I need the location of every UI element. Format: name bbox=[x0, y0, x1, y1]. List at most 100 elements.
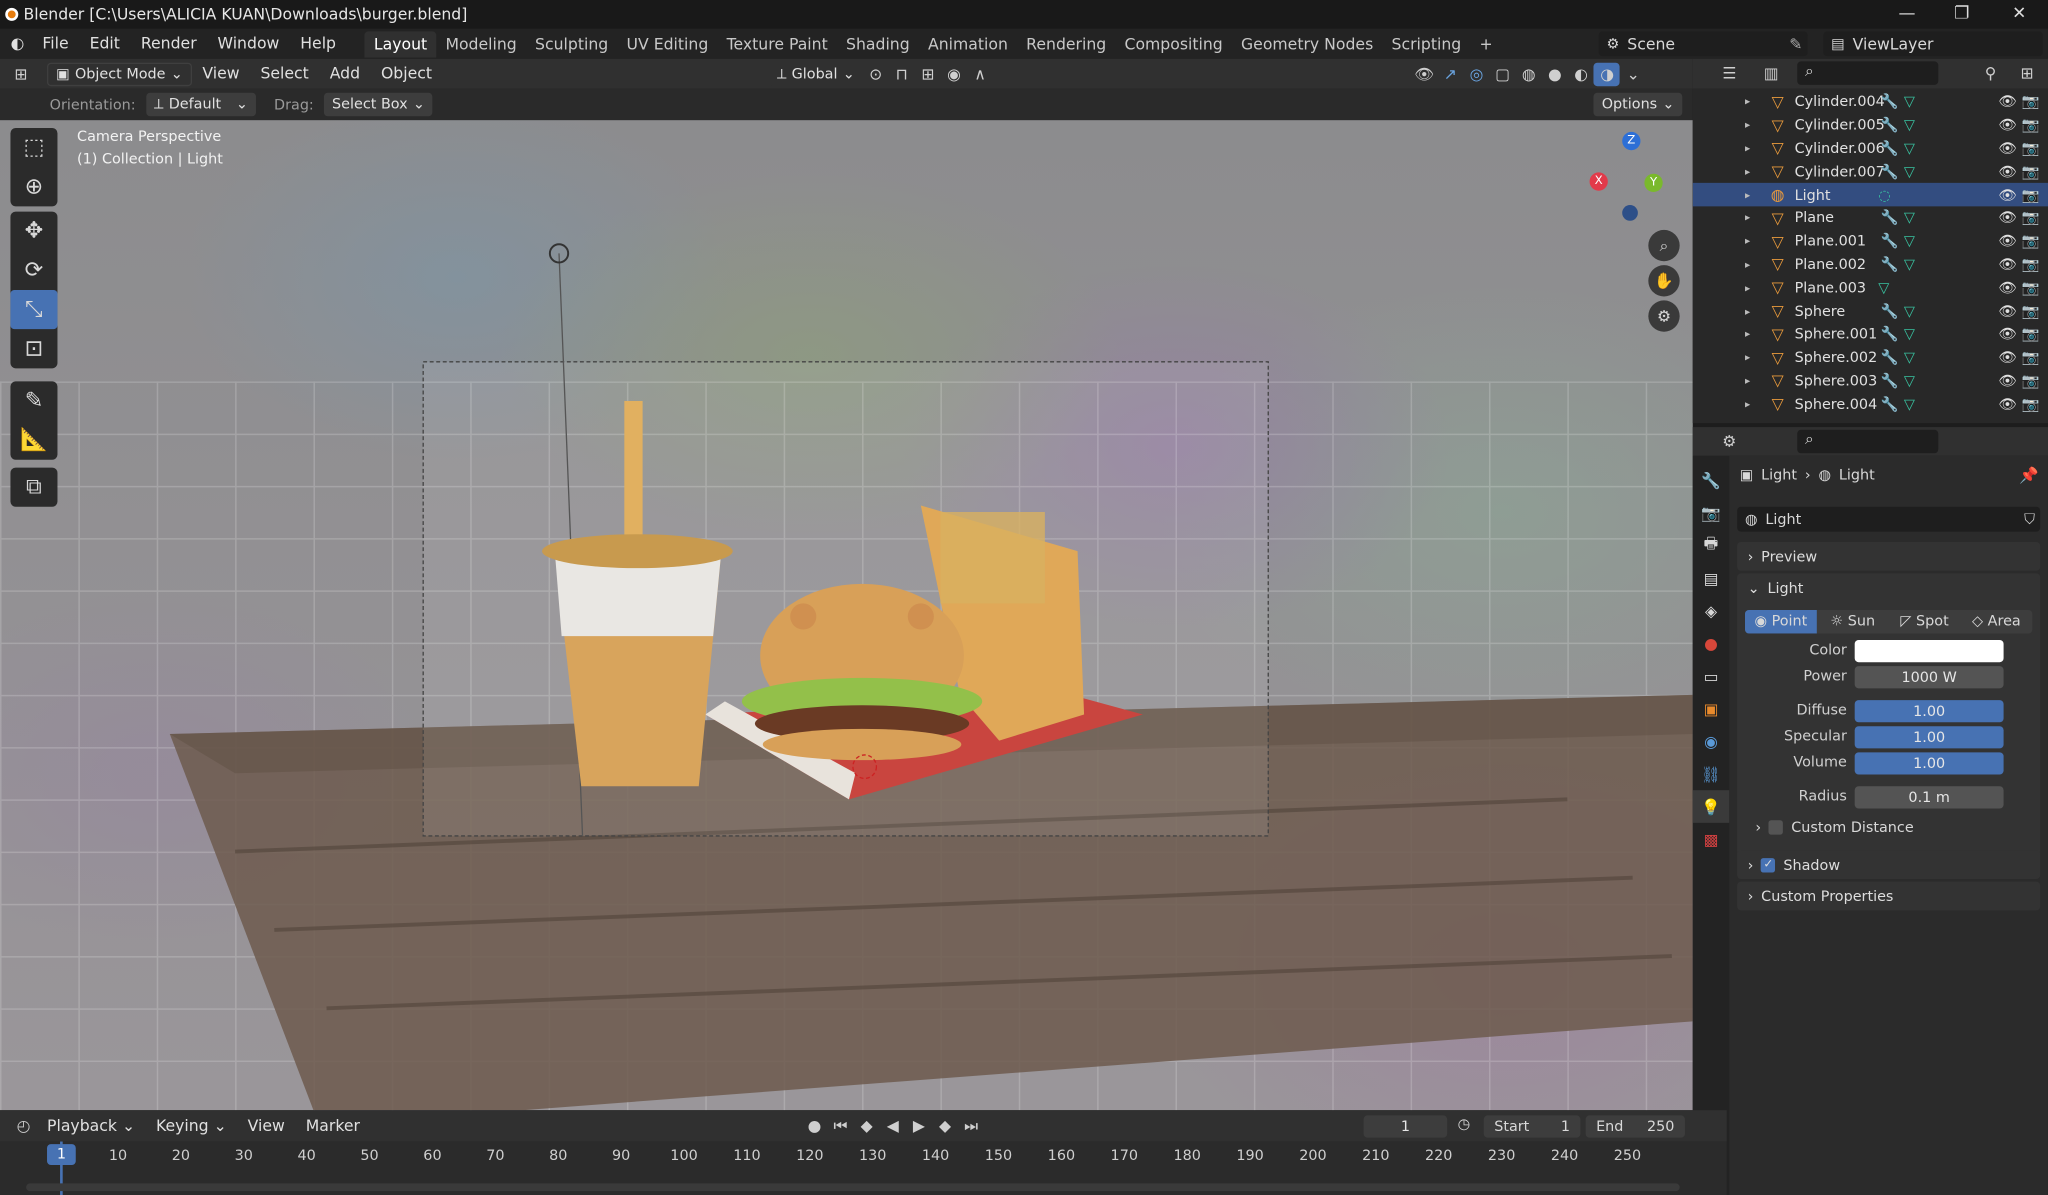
expand-icon[interactable]: ▸ bbox=[1745, 305, 1758, 317]
modifier-icon[interactable]: 🔧 bbox=[1881, 349, 1899, 366]
falloff-icon[interactable]: ∧ bbox=[967, 62, 993, 86]
tab-compositing[interactable]: Compositing bbox=[1115, 31, 1232, 57]
custom-distance-checkbox[interactable] bbox=[1769, 819, 1784, 834]
tab-sculpting[interactable]: Sculpting bbox=[526, 31, 617, 57]
tab-texture-paint[interactable]: Texture Paint bbox=[717, 31, 836, 57]
object-tab-icon[interactable]: ▣ bbox=[1693, 692, 1730, 725]
tool-tab-icon[interactable]: 🔧 bbox=[1693, 464, 1730, 497]
orientation-dropdown[interactable]: ⟂ Default ⌄ bbox=[146, 92, 256, 117]
scale-tool-icon[interactable]: ⤡ bbox=[10, 289, 58, 330]
visibility-eye-icon[interactable]: 👁 bbox=[1998, 233, 2016, 250]
visibility-eye-icon[interactable]: 👁 bbox=[1998, 209, 2016, 226]
power-field[interactable]: 1000 W bbox=[1854, 666, 2004, 689]
visibility-icon[interactable]: 👁 bbox=[1411, 62, 1437, 86]
visibility-eye-icon[interactable]: 👁 bbox=[1998, 140, 2016, 157]
timeline-scrollbar[interactable] bbox=[26, 1183, 1680, 1192]
modifier-icon[interactable]: 🔧 bbox=[1881, 256, 1899, 273]
mode-dropdown[interactable]: ▣ Object Mode ⌄ bbox=[47, 62, 192, 86]
next-keyframe-icon[interactable]: ◆ bbox=[932, 1114, 958, 1138]
modifier-icon[interactable]: 🔧 bbox=[1881, 93, 1899, 110]
tab-rendering[interactable]: Rendering bbox=[1017, 31, 1115, 57]
render-camera-icon[interactable]: 📷 bbox=[2022, 93, 2040, 110]
expand-icon[interactable]: ▸ bbox=[1745, 375, 1758, 387]
texture-tab-icon[interactable]: ▩ bbox=[1693, 823, 1730, 856]
add-workspace-icon[interactable]: + bbox=[1470, 31, 1501, 57]
move-tool-icon[interactable]: ✥ bbox=[10, 212, 57, 251]
mesh-data-icon[interactable]: ▽ bbox=[1878, 279, 1889, 296]
render-camera-icon[interactable]: 📷 bbox=[2022, 140, 2040, 157]
scene-selector[interactable]: ⚙ Scene ✎ bbox=[1598, 31, 1808, 57]
add-cube-tool-icon[interactable]: ⧉ bbox=[10, 468, 57, 507]
visibility-eye-icon[interactable]: 👁 bbox=[1998, 326, 2016, 343]
camera-view-icon[interactable]: ⚙ bbox=[1648, 300, 1680, 332]
type-area-button[interactable]: ◇ Area bbox=[1960, 610, 2032, 634]
visibility-eye-icon[interactable]: 👁 bbox=[1998, 186, 2016, 203]
axis-x-icon[interactable]: X bbox=[1589, 172, 1608, 191]
constraints-tab-icon[interactable]: ⛓ bbox=[1693, 758, 1730, 791]
minimize-icon[interactable]: — bbox=[1894, 3, 1920, 27]
cursor-tool-icon[interactable]: ⊕ bbox=[10, 167, 57, 206]
light-data-icon[interactable]: ◌ bbox=[1878, 186, 1891, 203]
tab-shading[interactable]: Shading bbox=[837, 31, 919, 57]
editor-type-icon[interactable]: ⊞ bbox=[8, 62, 34, 86]
outliner-row[interactable]: ▸ ▽ Plane.003 ▽ 👁 📷 bbox=[1693, 276, 2048, 299]
expand-icon[interactable]: ▸ bbox=[1745, 189, 1758, 201]
outliner-editor-icon[interactable]: ☰ bbox=[1716, 61, 1742, 85]
modifier-icon[interactable]: 🔧 bbox=[1881, 395, 1899, 412]
rendered-shading-icon[interactable]: ◑ bbox=[1594, 62, 1621, 86]
visibility-eye-icon[interactable]: 👁 bbox=[1998, 256, 2016, 273]
3d-viewport[interactable]: Camera Perspective (1) Collection | Ligh… bbox=[0, 120, 1693, 1111]
specular-slider[interactable]: 1.00 bbox=[1854, 726, 2004, 749]
pin-icon[interactable]: 📌 bbox=[2019, 466, 2039, 484]
render-camera-icon[interactable]: 📷 bbox=[2022, 116, 2040, 133]
record-icon[interactable]: ● bbox=[801, 1114, 827, 1138]
outliner-row[interactable]: ▸ ▽ Plane.001 🔧 ▽ 👁 📷 bbox=[1693, 230, 2048, 253]
shadow-checkbox[interactable]: ✓ bbox=[1761, 857, 1776, 872]
outliner-row[interactable]: ▸ ▽ Plane.002 🔧 ▽ 👁 📷 bbox=[1693, 253, 2048, 276]
outliner-row[interactable]: ▸ ◍ Light ◌ 👁 📷 bbox=[1692, 183, 2048, 207]
outliner-row[interactable]: ▸ ▽ Cylinder.007 🔧 ▽ 👁 📷 bbox=[1693, 160, 2048, 183]
output-tab-icon[interactable]: 🖶 bbox=[1693, 529, 1730, 562]
tab-scripting[interactable]: Scripting bbox=[1382, 31, 1470, 57]
gizmo-icon[interactable]: ↗ bbox=[1437, 62, 1463, 86]
color-swatch[interactable] bbox=[1854, 639, 2004, 663]
type-point-button[interactable]: ◉ Point bbox=[1744, 609, 1817, 634]
outliner-search-input[interactable]: ⌕ bbox=[1797, 61, 1939, 85]
jump-end-icon[interactable]: ⏭ bbox=[958, 1114, 984, 1138]
expand-icon[interactable]: ▸ bbox=[1745, 352, 1758, 364]
modifier-icon[interactable]: 🔧 bbox=[1881, 163, 1899, 180]
marker-menu[interactable]: Marker bbox=[295, 1111, 370, 1141]
modifier-icon[interactable]: 🔧 bbox=[1881, 326, 1899, 343]
visibility-eye-icon[interactable]: 👁 bbox=[1998, 372, 2016, 389]
playback-menu[interactable]: Playback ⌄ bbox=[37, 1111, 146, 1141]
visibility-eye-icon[interactable]: 👁 bbox=[1998, 116, 2016, 133]
add-menu[interactable]: Add bbox=[319, 59, 370, 89]
menu-window[interactable]: Window bbox=[207, 29, 290, 59]
play-icon[interactable]: ▶ bbox=[906, 1114, 932, 1138]
visibility-eye-icon[interactable]: 👁 bbox=[1998, 163, 2016, 180]
blender-menu-icon[interactable]: ◐ bbox=[0, 29, 32, 59]
visibility-eye-icon[interactable]: 👁 bbox=[1998, 302, 2016, 319]
play-reverse-icon[interactable]: ◀ bbox=[880, 1114, 906, 1138]
pivot-icon[interactable]: ⊙ bbox=[863, 62, 889, 86]
preview-panel[interactable]: › Preview bbox=[1737, 542, 2041, 571]
new-collection-icon[interactable]: ⊞ bbox=[2014, 61, 2040, 85]
mesh-data-icon[interactable]: ▽ bbox=[1904, 140, 1915, 157]
mesh-data-icon[interactable]: ▽ bbox=[1904, 93, 1915, 110]
outliner-row[interactable]: ▸ ▽ Cylinder.006 🔧 ▽ 👁 📷 bbox=[1693, 137, 2048, 160]
render-camera-icon[interactable]: 📷 bbox=[2022, 209, 2040, 226]
transform-tool-icon[interactable]: ⊡ bbox=[10, 329, 57, 368]
render-camera-icon[interactable]: 📷 bbox=[2022, 163, 2040, 180]
select-box-tool-icon[interactable]: ⬚ bbox=[10, 128, 57, 167]
keying-menu[interactable]: Keying ⌄ bbox=[146, 1111, 238, 1141]
modifier-icon[interactable]: 🔧 bbox=[1881, 233, 1899, 250]
radius-field[interactable]: 0.1 m bbox=[1854, 786, 2004, 809]
expand-icon[interactable]: ▸ bbox=[1745, 212, 1758, 224]
diffuse-slider[interactable]: 1.00 bbox=[1854, 700, 2004, 723]
restore-icon[interactable]: ❐ bbox=[1949, 3, 1975, 27]
select-menu[interactable]: Select bbox=[250, 59, 319, 89]
outliner-row[interactable]: ▸ ▽ Sphere.004 🔧 ▽ 👁 📷 bbox=[1693, 392, 2048, 415]
mesh-data-icon[interactable]: ▽ bbox=[1904, 349, 1915, 366]
view-menu[interactable]: View bbox=[192, 59, 250, 89]
tab-geometry-nodes[interactable]: Geometry Nodes bbox=[1232, 31, 1383, 57]
